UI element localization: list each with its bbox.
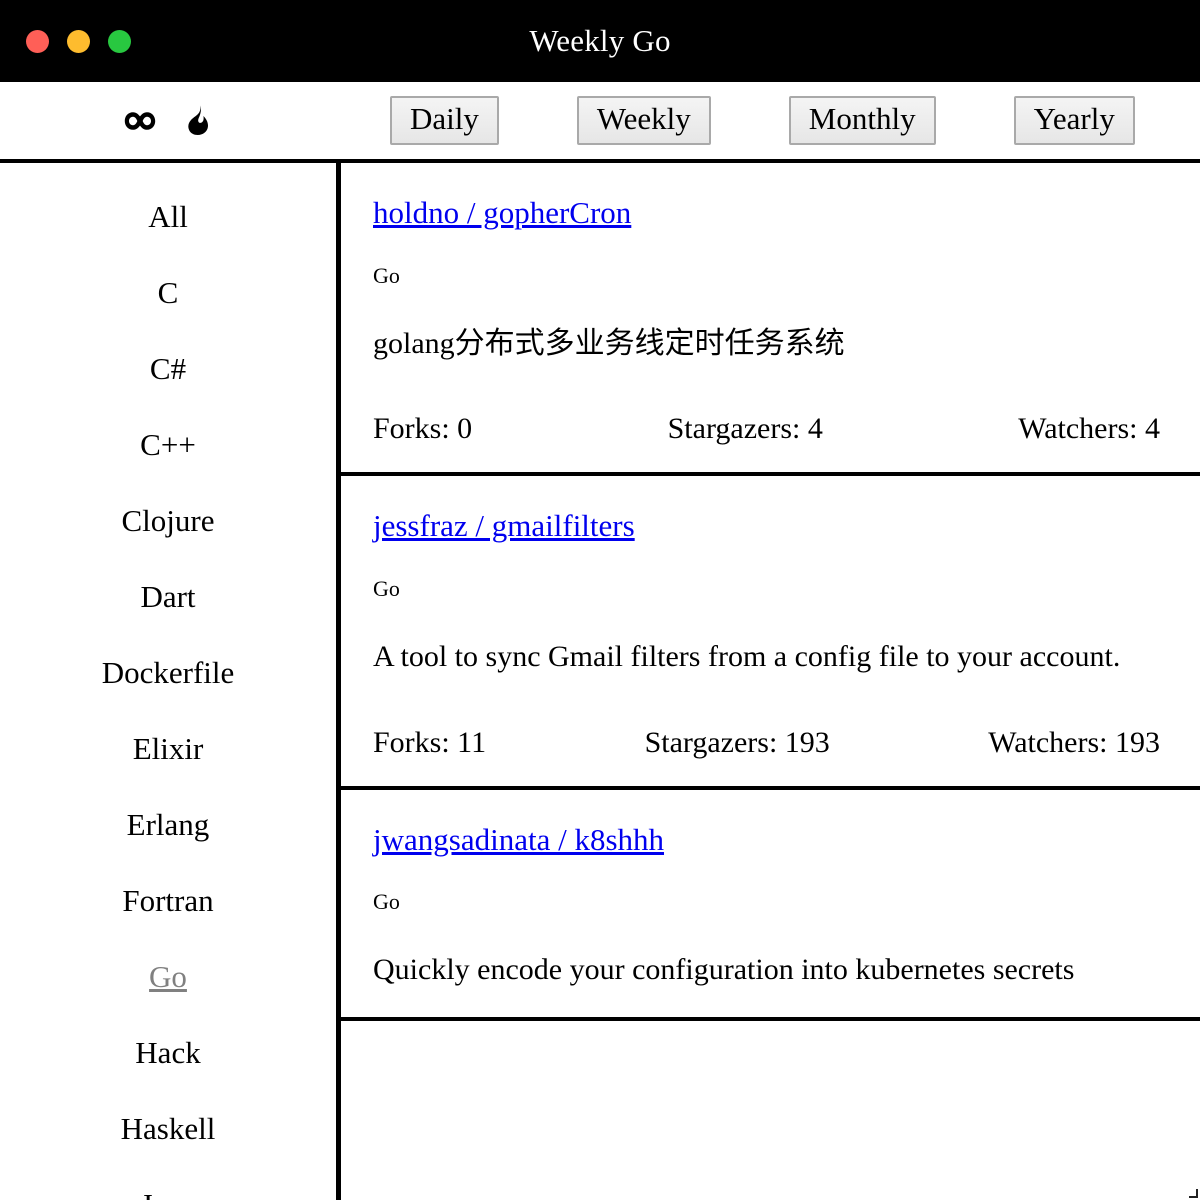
repo-description: A tool to sync Gmail filters from a conf…	[373, 640, 1121, 674]
toolbar-icon-group	[123, 104, 211, 136]
infinity-icon[interactable]	[123, 110, 157, 132]
repo-watchers: Watchers: 193	[988, 725, 1160, 759]
repo-list: holdno / gopherCron Go golang分布式多业务线定时任务…	[341, 163, 1200, 1200]
repo-stats: Forks: 0 Stargazers: 4 Watchers: 4	[373, 412, 1160, 446]
repo-link[interactable]: jessfraz / gmailfilters	[373, 508, 635, 544]
app-window: Weekly Go Daily Weekly Monthly Yearly Al…	[0, 0, 1200, 1200]
language-sidebar[interactable]: All C C# C++ Clojure Dart Dockerfile Eli…	[0, 163, 341, 1200]
repo-stats: Forks: 11 Stargazers: 193 Watchers: 193	[373, 726, 1160, 760]
sidebar-item-fortran[interactable]: Fortran	[0, 865, 336, 941]
repo-forks: Forks: 0	[373, 412, 473, 446]
repo-description: Quickly encode your configuration into k…	[373, 953, 1075, 987]
sidebar-item-clojure[interactable]: Clojure	[0, 485, 336, 561]
tab-monthly[interactable]: Monthly	[788, 95, 936, 146]
repo-card: jessfraz / gmailfilters Go A tool to syn…	[341, 476, 1200, 790]
sidebar-item-dockerfile[interactable]: Dockerfile	[0, 637, 336, 713]
repo-description: golang分布式多业务线定时任务系统	[373, 326, 845, 360]
tab-yearly[interactable]: Yearly	[1013, 95, 1135, 146]
sidebar-item-c[interactable]: C	[0, 257, 336, 333]
title-bar: Weekly Go	[0, 0, 1200, 82]
sidebar-item-java[interactable]: Java	[0, 1169, 336, 1200]
sidebar-item-cpp[interactable]: C++	[0, 409, 336, 485]
period-tabs: Daily Weekly Monthly Yearly	[390, 82, 1170, 159]
sidebar-item-dart[interactable]: Dart	[0, 561, 336, 637]
repo-forks: Forks: 11	[373, 725, 487, 759]
sidebar-item-erlang[interactable]: Erlang	[0, 789, 336, 865]
window-resize-handle[interactable]	[1188, 1188, 1198, 1198]
repo-card: jwangsadinata / k8shhh Go Quickly encode…	[341, 790, 1200, 1021]
repo-watchers: Watchers: 4	[1018, 412, 1160, 446]
maximize-window-button[interactable]	[108, 29, 131, 53]
repo-card: holdno / gopherCron Go golang分布式多业务线定时任务…	[341, 163, 1200, 477]
tab-daily[interactable]: Daily	[390, 95, 499, 146]
flame-icon[interactable]	[187, 104, 211, 135]
repo-link[interactable]: holdno / gopherCron	[373, 195, 631, 231]
window-controls	[26, 0, 131, 82]
toolbar: Daily Weekly Monthly Yearly	[0, 82, 1200, 163]
repo-language: Go	[373, 889, 400, 915]
sidebar-item-all[interactable]: All	[0, 181, 336, 257]
window-title: Weekly Go	[529, 23, 671, 58]
main-body: All C C# C++ Clojure Dart Dockerfile Eli…	[0, 163, 1200, 1200]
repo-language: Go	[373, 575, 400, 601]
sidebar-item-elixir[interactable]: Elixir	[0, 713, 336, 789]
repo-stargazers: Stargazers: 4	[667, 412, 823, 446]
sidebar-item-csharp[interactable]: C#	[0, 333, 336, 409]
repo-link[interactable]: jwangsadinata / k8shhh	[373, 822, 664, 858]
sidebar-item-hack[interactable]: Hack	[0, 1017, 336, 1093]
close-window-button[interactable]	[26, 29, 49, 53]
repo-language: Go	[373, 262, 400, 288]
tab-weekly[interactable]: Weekly	[576, 95, 711, 146]
sidebar-item-haskell[interactable]: Haskell	[0, 1093, 336, 1169]
minimize-window-button[interactable]	[67, 29, 90, 53]
repo-stargazers: Stargazers: 193	[644, 725, 830, 759]
sidebar-item-go[interactable]: Go	[0, 941, 336, 1017]
